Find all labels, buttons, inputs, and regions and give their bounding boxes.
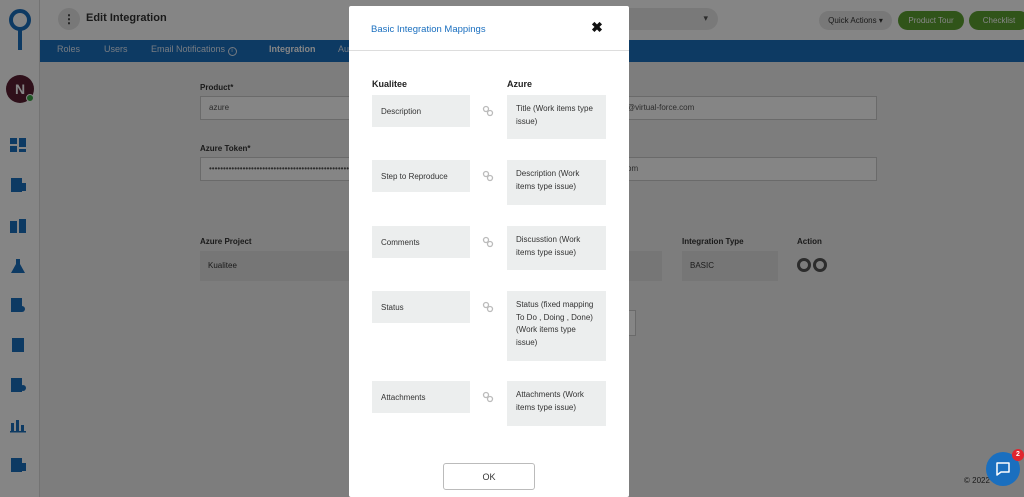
basic-integration-mappings-modal: Basic Integration Mappings ✖ Kualitee Az…	[349, 6, 629, 497]
mapping-kualitee-field: Step to Reproduce	[372, 160, 470, 192]
link-icon	[482, 105, 494, 117]
link-icon	[482, 170, 494, 182]
mapping-kualitee-field: Attachments	[372, 381, 470, 413]
mapping-azure-field: Title (Work items type issue)	[507, 95, 606, 139]
link-icon	[482, 236, 494, 248]
mapping-azure-field: Description (Work items type issue)	[507, 160, 606, 205]
mapping-azure-field: Discusstion (Work items type issue)	[507, 226, 606, 270]
link-icon	[482, 301, 494, 313]
chat-icon	[996, 462, 1010, 476]
modal-title: Basic Integration Mappings	[371, 24, 486, 35]
mapping-kualitee-field: Status	[372, 291, 470, 323]
kualitee-column-heading: Kualitee	[372, 79, 408, 89]
mapping-kualitee-field: Comments	[372, 226, 470, 258]
close-icon[interactable]: ✖	[589, 19, 605, 35]
azure-column-heading: Azure	[507, 79, 533, 89]
mapping-azure-field: Status (fixed mapping To Do , Doing , Do…	[507, 291, 606, 361]
mapping-azure-field: Attachments (Work items type issue)	[507, 381, 606, 426]
link-icon	[482, 391, 494, 403]
chat-notification-badge: 2	[1012, 449, 1024, 461]
mapping-kualitee-field: Description	[372, 95, 470, 127]
modal-header: Basic Integration Mappings ✖	[349, 6, 629, 51]
ok-button[interactable]: OK	[443, 463, 535, 490]
